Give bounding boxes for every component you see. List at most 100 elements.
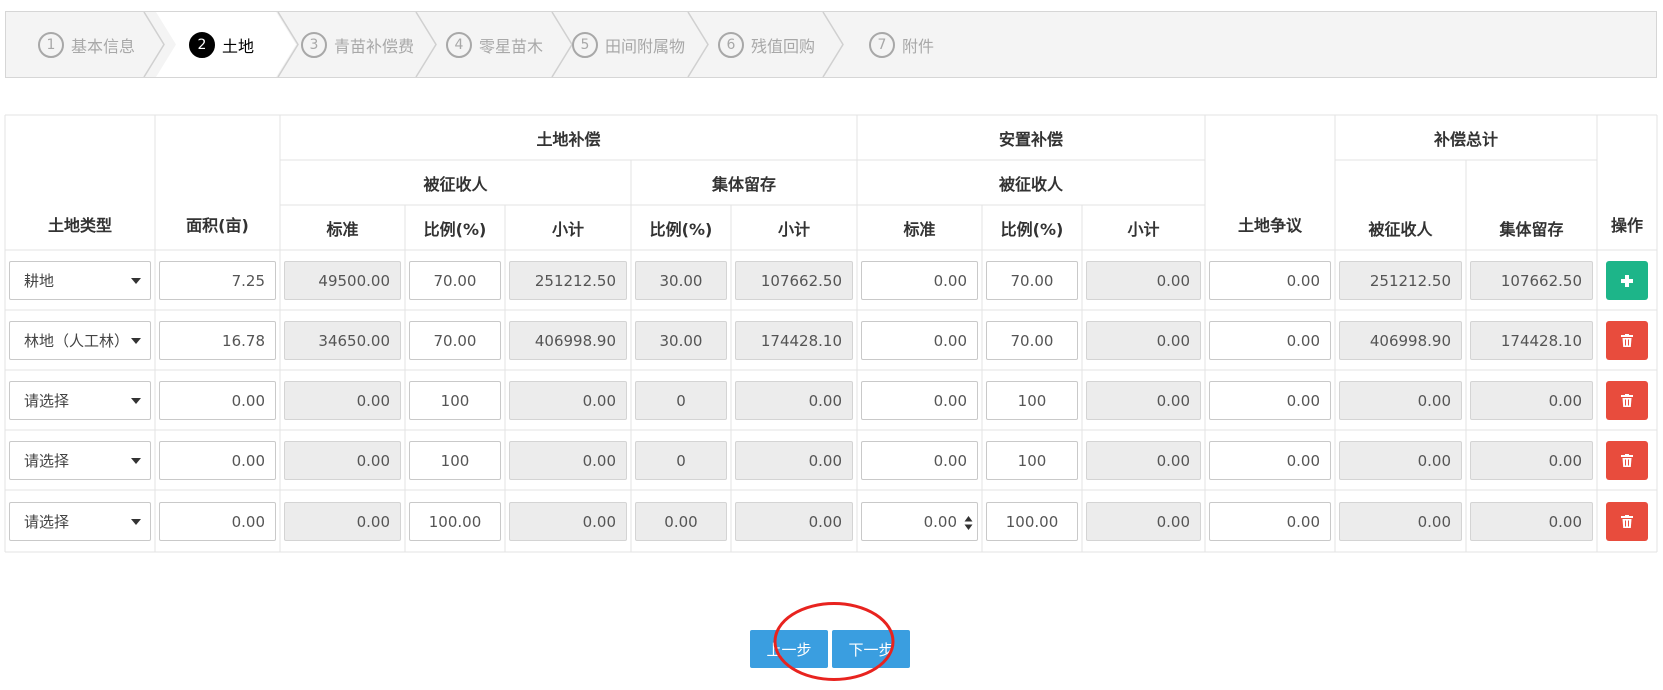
total-expropriated-field: 0.00 <box>1339 441 1462 480</box>
step-label: 田间附属物 <box>605 36 686 56</box>
step-label: 基本信息 <box>71 36 136 56</box>
spinner-arrows-icon[interactable] <box>964 515 973 531</box>
collective-ratio-field: 0 <box>635 441 727 480</box>
land-dispute-input[interactable]: 0.00 <box>1209 441 1331 480</box>
step-basic-info[interactable]: 1 基本信息 <box>38 12 135 77</box>
resettle-ratio-input[interactable]: 70.00 <box>986 261 1078 300</box>
total-collective-field: 174428.10 <box>1470 321 1593 360</box>
area-input[interactable]: 0.00 <box>159 381 276 420</box>
step-number: 6 <box>718 31 744 58</box>
land-dispute-input[interactable]: 0.00 <box>1209 381 1331 420</box>
resettle-standard-input[interactable]: 0.00 <box>861 381 978 420</box>
ratio-input[interactable]: 100.00 <box>409 502 501 541</box>
ratio-input[interactable]: 70.00 <box>409 321 501 360</box>
land-dispute-input[interactable]: 0.00 <box>1209 321 1331 360</box>
header-resettle-ratio: 比例(%) <box>1000 219 1064 239</box>
ratio-input[interactable]: 100 <box>409 381 501 420</box>
subtotal-field: 406998.90 <box>509 321 627 360</box>
header-collective-retained: 集体留存 <box>711 174 776 194</box>
add-row-button[interactable] <box>1606 261 1648 300</box>
trash-icon <box>1621 334 1633 347</box>
header-ratio: 比例(%) <box>423 219 487 239</box>
step-scattered-trees[interactable]: 4 零星苗木 <box>446 12 543 77</box>
trash-icon <box>1621 515 1633 528</box>
step-label: 土地 <box>222 36 255 56</box>
header-resettle-standard: 标准 <box>903 219 936 239</box>
land-dispute-input[interactable]: 0.00 <box>1209 502 1331 541</box>
resettle-subtotal-field: 0.00 <box>1086 261 1201 300</box>
total-collective-field: 0.00 <box>1470 441 1593 480</box>
area-input[interactable]: 7.25 <box>159 261 276 300</box>
delete-row-button[interactable] <box>1606 321 1648 360</box>
caret-down-icon <box>131 338 141 344</box>
step-attachments[interactable]: 7 附件 <box>869 12 934 77</box>
header-area: 面积(亩) <box>186 216 249 235</box>
step-residual-buyback[interactable]: 6 残值回购 <box>718 12 815 77</box>
step-land[interactable]: 2 土地 <box>189 12 254 77</box>
resettle-standard-input[interactable]: 0.00 <box>861 321 978 360</box>
collective-ratio-field: 0 <box>635 381 727 420</box>
step-label: 附件 <box>902 36 935 56</box>
standard-field: 34650.00 <box>284 321 401 360</box>
resettle-standard-input[interactable]: 0.00 <box>861 502 978 541</box>
header-collective-subtotal: 小计 <box>777 219 810 239</box>
ratio-input[interactable]: 70.00 <box>409 261 501 300</box>
prev-step-button[interactable]: 上一步 <box>750 630 828 668</box>
step-number: 7 <box>869 31 895 58</box>
collective-subtotal-field: 0.00 <box>735 381 853 420</box>
area-input[interactable]: 0.00 <box>159 441 276 480</box>
header-compensation-total: 补偿总计 <box>1433 129 1498 149</box>
resettle-standard-input[interactable]: 0.00 <box>861 261 978 300</box>
collective-ratio-field: 0.00 <box>635 502 727 541</box>
chevron-separator-icon <box>143 12 165 77</box>
total-collective-field: 0.00 <box>1470 502 1593 541</box>
resettle-subtotal-field: 0.00 <box>1086 441 1201 480</box>
land-type-select[interactable]: 耕地 <box>9 261 151 300</box>
resettle-subtotal-field: 0.00 <box>1086 502 1201 541</box>
resettle-ratio-input[interactable]: 100.00 <box>986 502 1078 541</box>
resettle-ratio-input[interactable]: 70.00 <box>986 321 1078 360</box>
step-number: 1 <box>38 31 64 58</box>
standard-field: 0.00 <box>284 381 401 420</box>
land-type-select[interactable]: 请选择 <box>9 441 151 480</box>
land-dispute-input[interactable]: 0.00 <box>1209 261 1331 300</box>
land-type-select[interactable]: 请选择 <box>9 502 151 541</box>
total-expropriated-field: 0.00 <box>1339 502 1462 541</box>
header-standard: 标准 <box>326 219 359 239</box>
step-young-crops[interactable]: 3 青苗补偿费 <box>301 12 414 77</box>
caret-down-icon <box>131 398 141 404</box>
area-input[interactable]: 0.00 <box>159 502 276 541</box>
delete-row-button[interactable] <box>1606 441 1648 480</box>
trash-icon <box>1621 454 1633 467</box>
header-operation: 操作 <box>1610 216 1643 235</box>
land-type-select[interactable]: 请选择 <box>9 381 151 420</box>
step-field-attachments[interactable]: 5 田间附属物 <box>572 12 685 77</box>
next-step-button[interactable]: 下一步 <box>832 630 910 668</box>
chevron-separator-icon <box>822 12 844 77</box>
standard-field: 49500.00 <box>284 261 401 300</box>
total-collective-field: 107662.50 <box>1470 261 1593 300</box>
step-label: 零星苗木 <box>479 36 544 56</box>
wizard-steps: 1 基本信息 2 土地 3 青苗补偿费 4 零星苗木 5 田间附属物 6 残值回… <box>5 11 1657 78</box>
resettle-subtotal-field: 0.00 <box>1086 381 1201 420</box>
header-resettlement-compensation: 安置补偿 <box>998 129 1063 149</box>
subtotal-field: 251212.50 <box>509 261 627 300</box>
resettle-ratio-input[interactable]: 100 <box>986 441 1078 480</box>
delete-row-button[interactable] <box>1606 502 1648 541</box>
resettle-standard-input[interactable]: 0.00 <box>861 441 978 480</box>
land-type-select[interactable]: 林地（人工林） <box>9 321 151 360</box>
resettle-ratio-input[interactable]: 100 <box>986 381 1078 420</box>
delete-row-button[interactable] <box>1606 381 1648 420</box>
caret-down-icon <box>131 458 141 464</box>
step-number: 4 <box>446 31 472 58</box>
collective-subtotal-field: 107662.50 <box>735 261 853 300</box>
trash-icon <box>1621 394 1633 407</box>
caret-down-icon <box>131 278 141 284</box>
area-input[interactable]: 16.78 <box>159 321 276 360</box>
total-expropriated-field: 251212.50 <box>1339 261 1462 300</box>
plus-icon <box>1621 274 1633 287</box>
header-land-dispute: 土地争议 <box>1237 216 1302 235</box>
ratio-input[interactable]: 100 <box>409 441 501 480</box>
subtotal-field: 0.00 <box>509 441 627 480</box>
header-resettle-subtotal: 小计 <box>1127 219 1160 239</box>
